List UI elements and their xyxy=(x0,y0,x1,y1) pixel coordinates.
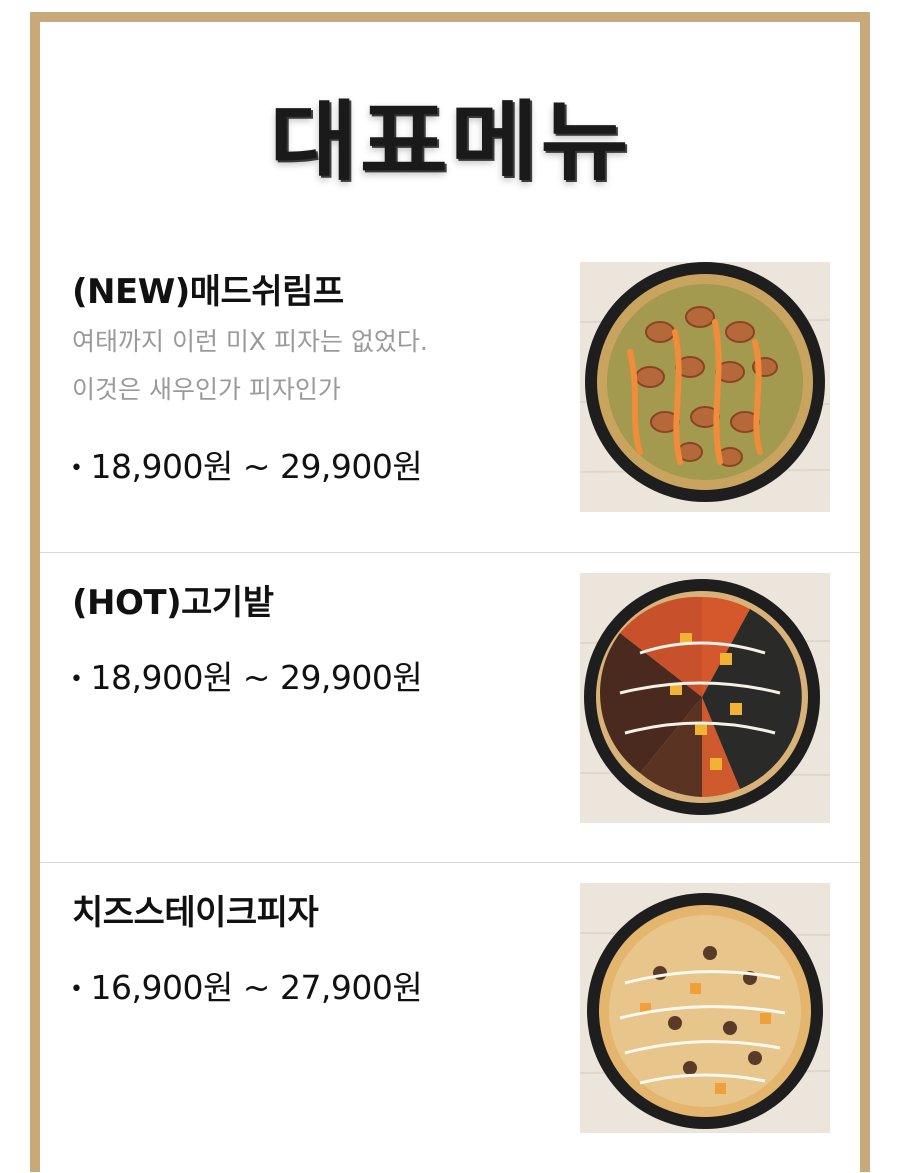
title-area: 대표메뉴 xyxy=(40,82,860,222)
page-title: 대표메뉴 xyxy=(269,91,631,193)
price-text: 18,900원 ~ 29,900원 xyxy=(90,658,423,697)
menu-frame: 대표메뉴 (NEW)매드쉬림프 여태까지 이런 미X 피자는 없었다. 이것은 … xyxy=(30,12,870,1172)
menu-item-price: • 18,900원 ~ 29,900원 xyxy=(70,651,423,699)
menu-item-price: • 16,900원 ~ 27,900원 xyxy=(70,961,423,1009)
bullet-icon: • xyxy=(70,456,83,481)
bullet-icon: • xyxy=(70,977,83,1002)
price-text: 18,900원 ~ 29,900원 xyxy=(90,447,423,486)
menu-item[interactable]: (NEW)매드쉬림프 여태까지 이런 미X 피자는 없었다. 이것은 새우인가 … xyxy=(40,242,860,552)
menu-item-description: 여태까지 이런 미X 피자는 없었다. 이것은 새우인가 피자인가 xyxy=(72,318,542,414)
menu-item-name: 치즈스테이크피자 xyxy=(72,893,319,933)
menu-item-name: (NEW)매드쉬림프 xyxy=(72,272,344,312)
meat-pizza-photo[interactable] xyxy=(580,573,830,823)
menu-item-name: (HOT)고기밭 xyxy=(72,583,274,623)
menu-item-desc-line: 여태까지 이런 미X 피자는 없었다. xyxy=(72,327,428,356)
menu-item-price: • 18,900원 ~ 29,900원 xyxy=(70,440,423,488)
menu-item[interactable]: 치즈스테이크피자 • 16,900원 ~ 27,900원 xyxy=(40,862,860,1173)
pizza-image xyxy=(580,883,830,1133)
cheese-steak-pizza-photo[interactable] xyxy=(580,883,830,1133)
pizza-image xyxy=(580,573,830,823)
price-text: 16,900원 ~ 27,900원 xyxy=(90,968,423,1007)
pizza-image xyxy=(580,262,830,512)
menu-item-desc-line: 이것은 새우인가 피자인가 xyxy=(72,375,341,404)
shrimp-pizza-photo[interactable] xyxy=(580,262,830,512)
bullet-icon: • xyxy=(70,667,83,692)
menu-item[interactable]: (HOT)고기밭 • 18,900원 ~ 29,900원 xyxy=(40,552,860,863)
